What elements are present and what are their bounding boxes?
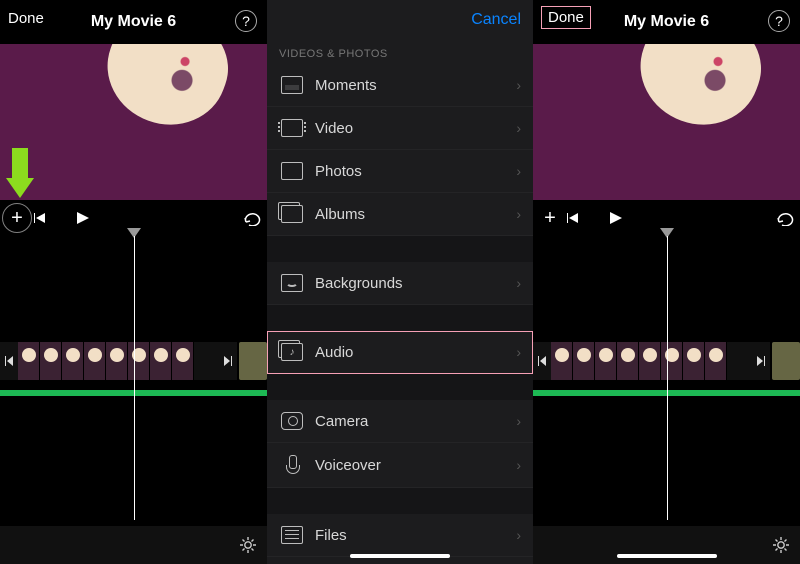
play-icon[interactable] xyxy=(607,210,623,226)
project-title: My Movie 6 xyxy=(624,13,709,31)
list-spacer xyxy=(267,305,533,331)
video-preview xyxy=(533,44,800,200)
chevron-right-icon: › xyxy=(516,275,521,291)
clip-start-handle[interactable] xyxy=(533,342,551,380)
camera-icon xyxy=(281,412,303,430)
picker-row-label: Audio xyxy=(315,344,353,361)
preview-frame-image xyxy=(625,44,775,141)
add-media-button[interactable]: + xyxy=(535,203,565,233)
chevron-right-icon: › xyxy=(516,457,521,473)
preview-frame-image xyxy=(92,44,242,141)
undo-icon[interactable] xyxy=(243,210,261,226)
chevron-right-icon: › xyxy=(516,413,521,429)
picker-row-photos[interactable]: Photos › xyxy=(267,150,533,193)
skip-back-icon[interactable] xyxy=(565,211,579,225)
timeline[interactable] xyxy=(533,236,800,564)
picker-row-camera[interactable]: Camera › xyxy=(267,400,533,443)
media-picker-panel: Cancel VIDEOS & PHOTOS Moments › Video ›… xyxy=(267,0,533,564)
chevron-right-icon: › xyxy=(516,206,521,222)
skip-back-icon[interactable] xyxy=(32,211,46,225)
moments-icon xyxy=(281,76,303,94)
tutorial-arrow-icon xyxy=(6,148,34,198)
picker-list: Moments › Video › Photos › Albums › xyxy=(267,64,533,557)
transition-clip[interactable] xyxy=(239,342,267,380)
settings-button[interactable] xyxy=(239,536,257,554)
add-media-button[interactable]: + xyxy=(2,203,32,233)
undo-icon[interactable] xyxy=(776,210,794,226)
chevron-right-icon: › xyxy=(516,163,521,179)
transition-clip[interactable] xyxy=(772,342,800,380)
list-spacer xyxy=(267,236,533,262)
clip-end-handle[interactable] xyxy=(752,342,770,380)
clip-start-handle[interactable] xyxy=(0,342,18,380)
picker-row-voiceover[interactable]: Voiceover › xyxy=(267,443,533,488)
picker-header: Cancel xyxy=(267,0,533,40)
picker-row-video[interactable]: Video › xyxy=(267,107,533,150)
home-indicator[interactable] xyxy=(350,554,450,558)
video-icon xyxy=(281,119,303,137)
video-preview xyxy=(0,44,267,200)
audio-icon xyxy=(281,343,303,361)
settings-button[interactable] xyxy=(772,536,790,554)
files-icon xyxy=(281,526,303,544)
picker-row-label: Photos xyxy=(315,163,362,180)
project-title: My Movie 6 xyxy=(91,13,176,31)
picker-row-albums[interactable]: Albums › xyxy=(267,193,533,236)
help-button[interactable]: ? xyxy=(235,10,257,32)
chevron-right-icon: › xyxy=(516,527,521,543)
playhead-line[interactable] xyxy=(134,236,135,520)
picker-row-backgrounds[interactable]: Backgrounds › xyxy=(267,262,533,305)
picker-row-audio[interactable]: Audio › xyxy=(267,331,533,374)
timeline-footer xyxy=(0,526,267,564)
microphone-icon xyxy=(281,455,303,475)
albums-icon xyxy=(281,205,303,223)
picker-row-label: Video xyxy=(315,120,353,137)
photos-icon xyxy=(281,162,303,180)
picker-section-label: VIDEOS & PHOTOS xyxy=(267,40,533,64)
timeline-footer xyxy=(533,526,800,564)
picker-row-moments[interactable]: Moments › xyxy=(267,64,533,107)
home-indicator[interactable] xyxy=(617,554,717,558)
picker-row-label: Backgrounds xyxy=(315,275,403,292)
chevron-right-icon: › xyxy=(516,120,521,136)
done-button[interactable]: Done xyxy=(8,10,44,27)
clip-end-handle[interactable] xyxy=(219,342,237,380)
editor-panel-right: Done My Movie 6 ? + xyxy=(533,0,800,564)
picker-row-label: Voiceover xyxy=(315,457,381,474)
play-icon[interactable] xyxy=(74,210,90,226)
cancel-button[interactable]: Cancel xyxy=(471,11,521,29)
header: Done My Movie 6 ? xyxy=(0,0,267,44)
picker-row-label: Files xyxy=(315,527,347,544)
timeline[interactable] xyxy=(0,236,267,564)
picker-row-files[interactable]: Files › xyxy=(267,514,533,557)
editor-panel-left: Done My Movie 6 ? + xyxy=(0,0,267,564)
video-clip[interactable] xyxy=(18,342,219,380)
backgrounds-icon xyxy=(281,274,303,292)
list-spacer xyxy=(267,488,533,514)
header: Done My Movie 6 ? xyxy=(533,0,800,44)
playhead-line[interactable] xyxy=(667,236,668,520)
chevron-right-icon: › xyxy=(516,77,521,93)
done-button[interactable]: Done xyxy=(541,6,591,29)
picker-row-label: Albums xyxy=(315,206,365,223)
picker-row-label: Moments xyxy=(315,77,377,94)
chevron-right-icon: › xyxy=(516,344,521,360)
picker-row-label: Camera xyxy=(315,413,368,430)
video-clip[interactable] xyxy=(551,342,752,380)
list-spacer xyxy=(267,374,533,400)
help-button[interactable]: ? xyxy=(768,10,790,32)
